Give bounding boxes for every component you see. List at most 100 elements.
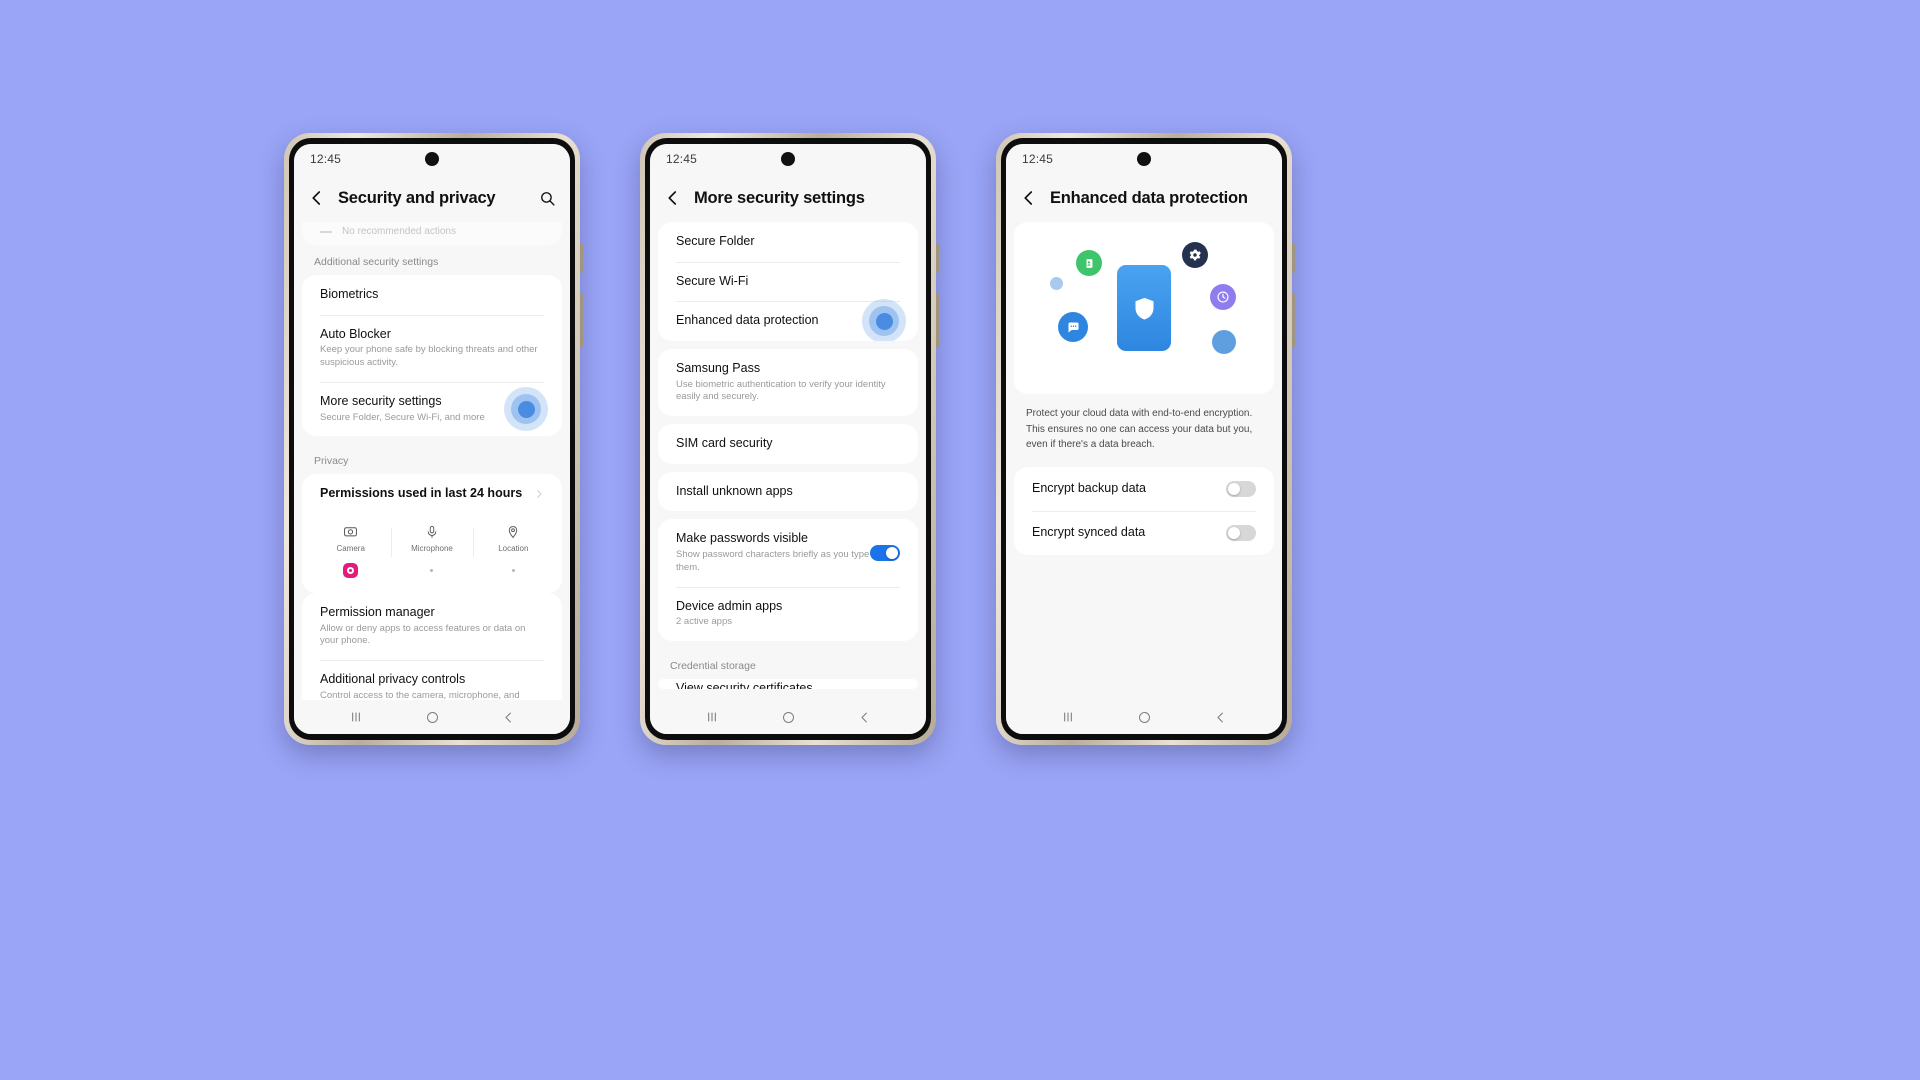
phone-device-3: 12:45 Enhanced data protection Protect y… (996, 133, 1295, 745)
row-title: Secure Wi-Fi (676, 273, 749, 288)
sidebar-item-samsung-pass[interactable]: Samsung Pass Use biometric authenticatio… (658, 349, 918, 416)
recents-icon[interactable] (1060, 709, 1076, 725)
permission-activity-indicator (310, 563, 391, 579)
volume-button[interactable] (580, 293, 583, 348)
row-title: View security certificates (676, 681, 813, 690)
row-title: Make passwords visible (676, 531, 808, 546)
security-list-card-e: Make passwords visible Show password cha… (658, 519, 918, 642)
privacy-controls-card: Permission manager Allow or deny apps to… (302, 592, 562, 700)
sidebar-item-permission-manager[interactable]: Permission manager Allow or deny apps to… (302, 593, 562, 660)
phone-bezel-3: 12:45 Enhanced data protection Protect y… (1001, 138, 1287, 740)
permission-label: Camera (336, 543, 365, 553)
home-icon[interactable] (1137, 710, 1152, 725)
sidebar-item-more-security-settings[interactable]: More security settings Secure Folder, Se… (302, 381, 562, 436)
sidebar-item-enhanced-data-protection[interactable]: Enhanced data protection (658, 299, 918, 341)
row-subtitle: Show password characters briefly as you … (676, 549, 870, 573)
power-button[interactable] (936, 243, 939, 273)
clock-bubble-icon (1210, 284, 1236, 310)
row-title: Biometrics (320, 287, 379, 301)
phone-screen-1: 12:45 Security and privacy No recommende… (294, 144, 570, 734)
search-icon[interactable] (539, 190, 556, 207)
status-bar-3: 12:45 (1006, 144, 1282, 174)
row-title: Permissions used in last 24 hours (320, 486, 523, 501)
sidebar-item-secure-folder[interactable]: Secure Folder (658, 222, 918, 262)
encrypt-synced-data-toggle[interactable] (1226, 524, 1256, 541)
page-title: More security settings (694, 188, 865, 207)
status-bar-2: 12:45 (650, 144, 926, 174)
home-icon[interactable] (781, 710, 796, 725)
row-title: More security settings (320, 393, 442, 408)
chevron-left-icon[interactable] (308, 189, 326, 207)
status-clock: 12:45 (1022, 152, 1054, 166)
scroll-body-3[interactable]: Protect your cloud data with end-to-end … (1006, 222, 1282, 700)
home-icon[interactable] (425, 710, 440, 725)
back-icon[interactable] (1213, 710, 1228, 725)
sidebar-item-view-security-certificates[interactable]: View security certificates (658, 679, 918, 689)
recents-icon[interactable] (704, 709, 720, 725)
camera-active-badge-icon (343, 563, 359, 579)
power-button[interactable] (580, 243, 583, 273)
encrypt-backup-data-toggle[interactable] (1226, 480, 1256, 497)
shield-icon (1117, 265, 1171, 351)
row-subtitle: Keep your phone safe by blocking threats… (320, 344, 538, 369)
recommended-actions-row[interactable]: No recommended actions (302, 222, 562, 245)
security-list-card-c: SIM card security (658, 424, 918, 464)
phone-screen-3: 12:45 Enhanced data protection Protect y… (1006, 144, 1282, 734)
sidebar-item-additional-privacy-controls[interactable]: Additional privacy controls Control acce… (302, 660, 562, 700)
row-title: Samsung Pass (676, 360, 761, 375)
sidebar-item-encrypt-synced-data[interactable]: Encrypt synced data (1014, 510, 1274, 555)
sidebar-item-secure-wifi[interactable]: Secure Wi-Fi (658, 261, 918, 302)
sidebar-item-sim-card-security[interactable]: SIM card security (658, 424, 918, 464)
security-list-card-d: Install unknown apps (658, 471, 918, 512)
phone-bezel-1: 12:45 Security and privacy No recommende… (289, 138, 575, 740)
permission-activity-indicator (473, 563, 554, 579)
permission-cell-microphone[interactable]: Microphone (391, 524, 472, 579)
row-title: Secure Folder (676, 234, 755, 248)
chevron-left-icon[interactable] (664, 189, 682, 207)
app-bar-3: Enhanced data protection (1006, 174, 1282, 222)
enhanced-data-protection-description: Protect your cloud data with end-to-end … (1006, 402, 1282, 467)
row-title: Install unknown apps (676, 483, 793, 498)
chevron-left-icon[interactable] (1020, 189, 1038, 207)
scroll-body-2[interactable]: Secure Folder Secure Wi-Fi Enhanced data… (650, 222, 926, 700)
volume-button[interactable] (1292, 293, 1295, 348)
row-subtitle: Use biometric authentication to verify y… (676, 378, 886, 403)
microphone-icon (391, 524, 472, 540)
group-header-privacy: Privacy (314, 455, 349, 468)
row-subtitle: Allow or deny apps to access features or… (320, 622, 526, 647)
sidebar-item-encrypt-backup-data[interactable]: Encrypt backup data (1014, 467, 1274, 511)
sidebar-item-install-unknown-apps[interactable]: Install unknown apps (658, 472, 918, 512)
permission-cell-location[interactable]: Location (472, 524, 554, 579)
sidebar-item-auto-blocker[interactable]: Auto Blocker Keep your phone safe by blo… (302, 314, 562, 382)
sidebar-item-make-passwords-visible[interactable]: Make passwords visible Show password cha… (658, 519, 918, 586)
sidebar-item-biometrics[interactable]: Biometrics (302, 275, 562, 315)
scroll-body-1[interactable]: No recommended actions Additional securi… (294, 222, 570, 700)
recents-icon[interactable] (348, 709, 364, 725)
volume-button[interactable] (936, 293, 939, 348)
privacy-card: Permissions used in last 24 hours Camera… (302, 474, 562, 593)
make-passwords-visible-toggle[interactable] (870, 545, 900, 561)
location-pin-icon (473, 524, 554, 540)
front-camera-punchhole (1137, 152, 1151, 166)
plain-dot-bubble-right (1212, 330, 1236, 354)
row-title: Encrypt backup data (1032, 480, 1146, 495)
page-title: Enhanced data protection (1050, 188, 1248, 207)
settings-gear-bubble-icon (1182, 242, 1208, 268)
back-icon[interactable] (501, 710, 516, 725)
navigation-bar-2 (650, 700, 926, 734)
front-camera-punchhole (781, 152, 795, 166)
row-title: Auto Blocker (320, 326, 391, 341)
row-title: Enhanced data protection (676, 313, 819, 328)
power-button[interactable] (1292, 243, 1295, 273)
recommended-actions-label: No recommended actions (342, 226, 456, 237)
row-subtitle: Secure Folder, Secure Wi-Fi, and more (320, 411, 485, 423)
back-icon[interactable] (857, 710, 872, 725)
permissions-used-row[interactable]: Permissions used in last 24 hours (302, 474, 562, 514)
camera-icon (310, 524, 391, 540)
sidebar-item-device-admin-apps[interactable]: Device admin apps 2 active apps (658, 586, 918, 641)
permission-cell-camera[interactable]: Camera (310, 524, 391, 579)
permissions-grid: Camera Microphone Location (302, 514, 562, 593)
app-bar-1: Security and privacy (294, 174, 570, 222)
security-list-card-b: Samsung Pass Use biometric authenticatio… (658, 348, 918, 417)
row-title: Encrypt synced data (1032, 524, 1146, 539)
